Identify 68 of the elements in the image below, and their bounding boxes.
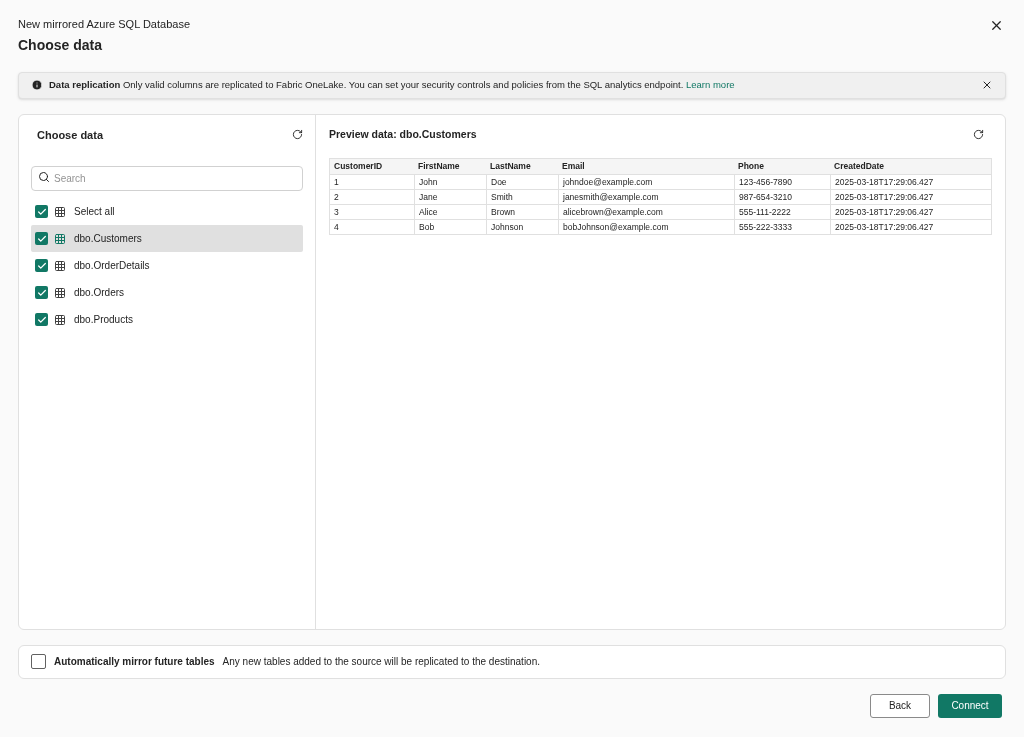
column-header: LastName — [489, 160, 532, 174]
table-cell-text: 2 — [333, 190, 340, 204]
refresh-button[interactable] — [292, 129, 303, 141]
table-cell: 123-456-7890 — [734, 175, 830, 190]
column-header: Email — [561, 160, 586, 174]
check-icon — [36, 314, 47, 325]
table-cell: bobJohnson@example.com — [558, 220, 734, 235]
table-cell: 2025-03-18T17:29:06.427 — [830, 205, 991, 220]
table-cell: alicebrown@example.com — [558, 205, 734, 220]
search-field[interactable]: Search — [31, 166, 303, 191]
table-cell: Jane — [414, 190, 486, 205]
check-icon — [36, 287, 47, 298]
table-list-item[interactable]: dbo.OrderDetails — [31, 252, 303, 279]
table-cell: 2025-03-18T17:29:06.427 — [830, 220, 991, 235]
table-cell: 987-654-3210 — [734, 190, 830, 205]
search-icon — [38, 171, 50, 183]
table-cell: 555-222-3333 — [734, 220, 830, 235]
banner-message: Data replication Only valid columns are replicated to Fabric OneLake. You can set your security controls and policies from the SQL analytics endpoint. Learn more — [49, 77, 736, 92]
panel-title: Choose data — [37, 127, 103, 143]
table-cell-text: 1 — [333, 175, 340, 189]
table-cell: johndoe@example.com — [558, 175, 734, 190]
table-cell-text: 3 — [333, 205, 340, 219]
table-cell: John — [414, 175, 486, 190]
close-button[interactable] — [989, 18, 1004, 33]
table-list-item[interactable]: dbo.Products — [31, 306, 303, 333]
checkbox[interactable] — [35, 286, 48, 299]
dialog-title: Choose data — [18, 35, 103, 55]
table-cell: Doe — [486, 175, 558, 190]
table-icon — [54, 232, 66, 245]
table-icon — [54, 259, 66, 272]
column-header: FirstName — [417, 160, 461, 174]
checkbox[interactable] — [35, 232, 48, 245]
table-cell-text: 4 — [333, 220, 340, 234]
refresh-button[interactable] — [973, 128, 984, 140]
check-icon — [36, 260, 47, 271]
info-icon — [31, 79, 43, 91]
checkbox[interactable] — [31, 654, 46, 669]
checkbox-description: Any new tables added to the source will be replicated to the destination. — [222, 655, 540, 669]
checkbox-label: Automatically mirror future tables — [54, 655, 215, 669]
table-icon — [54, 205, 66, 218]
table-icon — [54, 313, 66, 326]
table-cell: Brown — [486, 205, 558, 220]
close-button[interactable] — [981, 79, 993, 91]
table-cell: 2025-03-18T17:29:06.427 — [830, 175, 991, 190]
table-cell: Alice — [414, 205, 486, 220]
column-header: Phone — [737, 160, 765, 174]
dialog-subtitle: New mirrored Azure SQL Database — [18, 17, 190, 32]
table-icon — [54, 286, 66, 299]
check-icon — [36, 233, 47, 244]
checkbox[interactable] — [35, 205, 48, 218]
table-cell: Bob — [414, 220, 486, 235]
table-cell: 555-111-2222 — [734, 205, 830, 220]
learn-more-link[interactable]: Learn more — [686, 78, 735, 90]
check-icon — [36, 206, 47, 217]
connect-button[interactable]: Connect — [938, 693, 1002, 718]
table-list-item[interactable]: dbo.Customers — [31, 225, 303, 252]
back-button[interactable]: Back — [870, 693, 930, 718]
table-cell: Johnson — [486, 220, 558, 235]
preview-title: Preview data: dbo.Customers — [329, 126, 477, 142]
table-cell: Smith — [486, 190, 558, 205]
column-header: CustomerID — [333, 160, 384, 174]
checkbox[interactable] — [35, 259, 48, 272]
column-header: CreatedDate — [833, 160, 886, 174]
checkbox[interactable] — [35, 313, 48, 326]
table-cell: janesmith@example.com — [558, 190, 734, 205]
table-list-item[interactable]: dbo.Orders — [31, 279, 303, 306]
table-cell: 2025-03-18T17:29:06.427 — [830, 190, 991, 205]
table-list-item[interactable]: Select all — [31, 198, 303, 225]
